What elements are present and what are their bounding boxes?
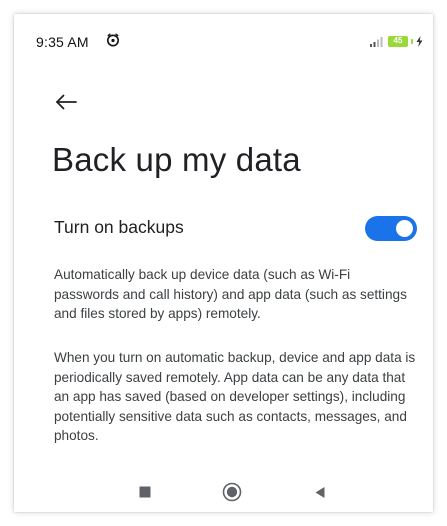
turn-on-backups-row[interactable]: Turn on backups — [14, 202, 433, 252]
status-time: 9:35 AM — [36, 34, 89, 50]
page-title: Back up my data — [52, 141, 301, 178]
back-arrow-icon — [56, 94, 77, 110]
alarm-icon — [107, 33, 119, 47]
backup-toggle[interactable] — [365, 216, 417, 241]
phone-screen: 9:35 AM 45 Back up my data Turn on backu… — [14, 14, 433, 512]
home-button[interactable] — [218, 478, 246, 506]
navigation-bar — [14, 472, 433, 512]
nav-back-button[interactable] — [306, 478, 334, 506]
signal-icon — [370, 37, 383, 47]
battery-nub — [411, 38, 413, 44]
backup-details: When you turn on automatic backup, devic… — [54, 350, 416, 443]
toggle-knob — [396, 220, 413, 237]
back-button[interactable] — [52, 90, 80, 114]
status-bar: 9:35 AM 45 — [14, 14, 433, 66]
triangle-icon — [315, 486, 325, 498]
turn-on-backups-label: Turn on backups — [54, 217, 184, 237]
battery-level: 45 — [393, 36, 403, 45]
charging-icon — [416, 35, 423, 47]
recents-button[interactable] — [131, 478, 159, 506]
battery-icon: 45 — [388, 35, 408, 47]
circle-icon — [222, 482, 242, 502]
backup-description: Automatically back up device data (such … — [54, 267, 407, 321]
square-icon — [139, 486, 151, 498]
status-indicators: 45 — [369, 33, 423, 49]
